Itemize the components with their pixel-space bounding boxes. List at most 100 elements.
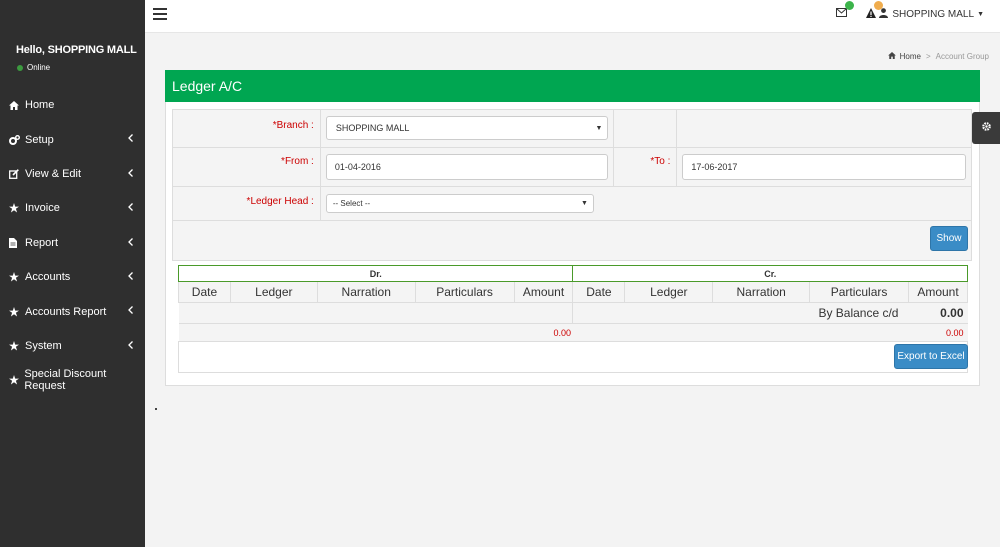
home-icon [887,52,896,61]
cr-header: Cr. [572,265,968,282]
sidebar-item-label: View & Edit [25,167,82,180]
column-header: Date [178,281,231,303]
export-row [178,341,968,373]
chevron-left-icon [128,340,133,352]
from-date-input[interactable]: 01-04-2016 [325,154,609,180]
dropdown-arrow-icon: ▼ [595,125,603,132]
user-greeting: Hello, SHOPPING MALL [16,44,137,56]
sidebar-item-system[interactable]: System [0,329,145,363]
star-icon [9,272,25,282]
breadcrumb-home-link[interactable]: Home [900,52,921,61]
breadcrumb-current: Account Group [935,52,989,61]
sidebar-item-report[interactable]: Report [0,226,145,260]
user-menu[interactable]: SHOPPING MALL ▼ [879,8,984,21]
status-label: Online [27,63,51,72]
sidebar-item-label: Accounts Report [25,305,107,318]
dropdown-arrow-icon: ▼ [581,200,588,207]
chevron-left-icon [128,202,133,214]
filter-form: *Branch : SHOPPING MALL ▼ *From : 01-04-… [172,109,972,261]
alert-icon[interactable] [866,8,876,21]
column-header: Ledger [229,281,318,303]
sidebar-item-label: Home [25,99,55,112]
breadcrumb-separator: > [925,52,931,61]
column-header: Particulars [414,281,515,303]
to-date-value: 17-06-2017 [691,162,738,172]
balance-label: By Balance c/d [572,302,909,324]
star-icon [9,203,25,213]
column-header: Ledger [624,281,714,303]
button-row [172,220,972,261]
ledger-head-select[interactable]: -- Select -- ▼ [325,194,594,213]
panel-header: Ledger A/C [165,70,980,102]
online-dot-icon [17,64,23,71]
top-navbar: SHOPPING MALL ▼ [145,0,1000,33]
column-header: Amount [513,281,574,303]
hamburger-menu-icon[interactable] [153,8,167,20]
star-icon [9,340,25,351]
sidebar-item-accounts[interactable]: Accounts [0,260,145,294]
ledger-head-label: *Ledger Head : [172,186,321,221]
chevron-left-icon [128,305,133,317]
column-header: Particulars [809,281,909,303]
branch-select-value: SHOPPING MALL [335,123,410,133]
sidebar-item-special-discount-request[interactable]: Special Discount Request [0,363,145,397]
chevron-left-icon [128,168,133,180]
breadcrumb: Home > Account Group [887,52,989,61]
user-panel: Hello, SHOPPING MALL Online [0,0,145,88]
sidebar-item-view-edit[interactable]: View & Edit [0,157,145,191]
to-date-input[interactable]: 17-06-2017 [682,154,966,180]
empty-cell [178,302,574,324]
sidebar: Hello, SHOPPING MALL Online Home Setup V… [0,0,145,547]
sidebar-item-accounts-report[interactable]: Accounts Report [0,294,145,328]
chevron-left-icon [128,133,133,145]
chevron-left-icon [128,271,133,283]
chevron-left-icon [128,237,133,249]
sidebar-item-label: System [25,339,62,352]
dr-total: 0.00 [178,323,573,342]
star-icon [9,306,25,317]
empty-cell [613,186,972,221]
caret-down-icon: ▼ [977,11,984,18]
export-to-excel-button[interactable]: Export to Excel [894,344,968,369]
column-header: Narration [712,281,811,303]
ledger-head-select-value: -- Select -- [332,199,371,208]
column-header: Amount [907,281,969,303]
sidebar-item-label: Invoice [25,202,60,215]
ledger-form-panel: *Branch : SHOPPING MALL ▼ *From : 01-04-… [165,102,980,386]
sidebar-item-setup[interactable]: Setup [0,122,145,156]
column-header: Date [572,281,626,303]
sidebar-menu: Home Setup View & Edit Invoice Report Ac… [0,88,145,398]
user-menu-label: SHOPPING MALL [892,9,975,20]
star-icon [9,375,24,385]
gears-icon [9,134,25,145]
dr-header: Dr. [177,265,574,282]
show-button[interactable]: Show [930,226,968,251]
edit-icon [9,169,25,179]
gear-icon [981,121,992,135]
stray-dot [155,408,157,410]
user-icon [879,8,889,21]
from-label: *From : [172,147,321,187]
sidebar-item-label: Report [25,236,59,249]
ledger-table: Dr. Cr. Date Ledger Narration Particular… [177,265,969,373]
column-header: Narration [316,281,416,303]
file-icon [9,237,25,248]
home-icon [9,100,25,110]
settings-toggle[interactable] [972,112,1000,144]
sidebar-item-invoice[interactable]: Invoice [0,191,145,225]
page-title: Ledger A/C [172,78,243,94]
sidebar-item-label: Setup [25,133,54,146]
branch-label: *Branch : [172,109,321,148]
empty-cell [613,109,678,148]
mail-badge [845,1,854,10]
empty-cell [676,109,972,148]
branch-select[interactable]: SHOPPING MALL ▼ [325,116,609,140]
cr-total: 0.00 [572,323,968,342]
user-status: Online [16,63,145,72]
mail-icon[interactable] [836,8,847,20]
from-date-value: 01-04-2016 [334,162,381,172]
sidebar-item-label: Accounts [25,271,71,284]
sidebar-item-home[interactable]: Home [0,88,145,122]
balance-value: 0.00 [908,302,968,324]
sidebar-item-label: Special Discount Request [24,368,107,393]
